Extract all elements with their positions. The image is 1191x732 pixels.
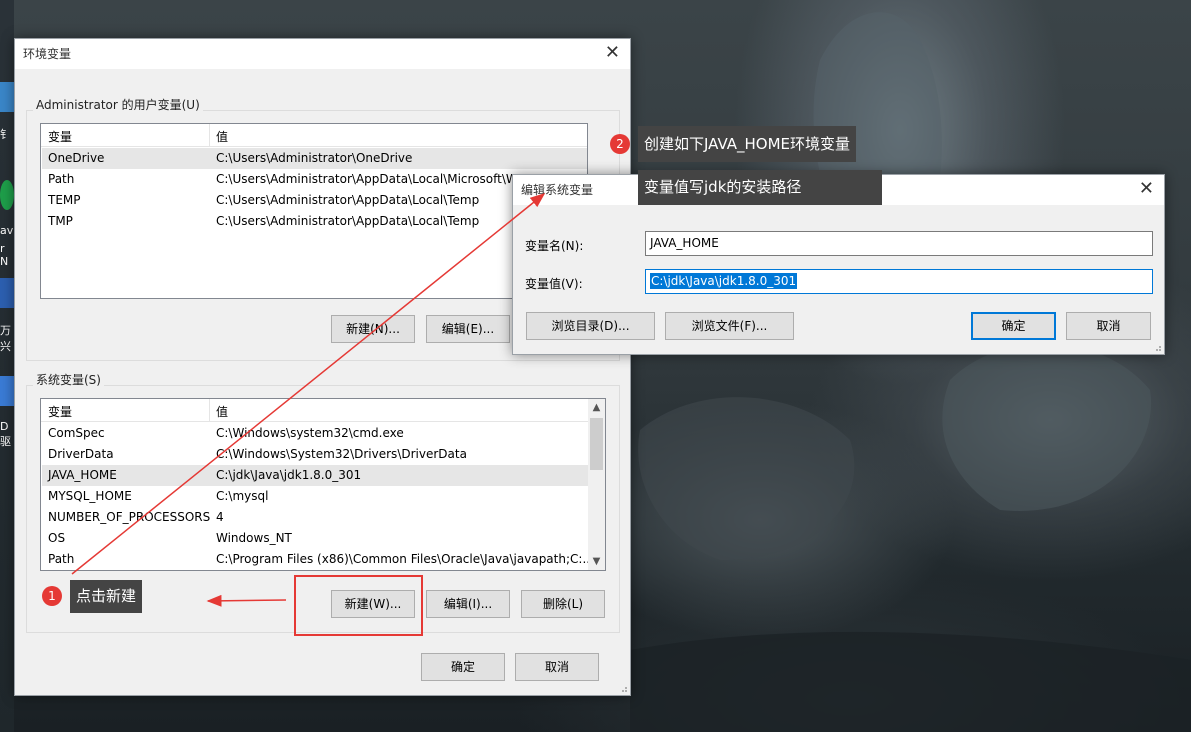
desktop-icon-label: 钅 xyxy=(0,128,11,141)
step-1-text: 点击新建 xyxy=(76,587,137,605)
table-row[interactable]: Path C:\Program Files (x86)\Common Files… xyxy=(42,549,588,570)
table-row[interactable]: OS Windows_NT xyxy=(42,528,588,549)
system-variables-label: 系统变量(S) xyxy=(33,371,104,388)
variable-name-label: 变量名(N): xyxy=(525,239,584,253)
table-row[interactable]: OneDrive C:\Users\Administrator\OneDrive xyxy=(42,148,587,169)
system-delete-button[interactable]: 删除(L) xyxy=(521,590,605,618)
table-row[interactable]: JAVA_HOME C:\jdk\Java\jdk1.8.0_301 xyxy=(42,465,588,486)
user-variables-label: Administrator 的用户变量(U) xyxy=(33,96,203,113)
row-variable: OS xyxy=(48,531,66,545)
user-edit-button[interactable]: 编辑(E)... xyxy=(426,315,510,343)
step-1-badge: 1 xyxy=(42,586,62,606)
close-icon[interactable]: ✕ xyxy=(605,43,620,63)
column-divider[interactable] xyxy=(209,399,210,421)
desktop-app-icon[interactable] xyxy=(0,278,14,308)
list-header: 变量 值 xyxy=(41,399,588,422)
list-header: 变量 值 xyxy=(41,124,587,147)
dialog-title: 编辑系统变量 xyxy=(521,183,594,197)
row-variable: OneDrive xyxy=(48,151,105,165)
row-variable: JAVA_HOME xyxy=(48,468,117,482)
row-value: C:\Windows\system32\cmd.exe xyxy=(216,426,404,440)
row-variable: Path xyxy=(48,552,75,566)
row-value: C:\jdk\Java\jdk1.8.0_301 xyxy=(216,468,362,482)
cancel-button[interactable]: 取消 xyxy=(1066,312,1151,340)
row-value: 4 xyxy=(216,510,224,524)
row-variable: TEMP xyxy=(48,193,81,207)
variable-name-field[interactable]: JAVA_HOME xyxy=(645,231,1153,256)
table-row[interactable]: DriverData C:\Windows\System32\Drivers\D… xyxy=(42,444,588,465)
row-variable: NUMBER_OF_PROCESSORS xyxy=(48,510,211,524)
table-row[interactable]: MYSQL_HOME C:\mysql xyxy=(42,486,588,507)
column-divider[interactable] xyxy=(209,124,210,146)
dialog-title: 环境变量 xyxy=(23,47,72,61)
row-value: Windows_NT xyxy=(216,531,292,545)
desktop-icon-label: 万兴 xyxy=(0,324,11,353)
desktop-icon-label: D驱 xyxy=(0,420,11,448)
variable-value-field[interactable]: C:\jdk\Java\jdk1.8.0_301 xyxy=(645,269,1153,294)
column-header-variable[interactable]: 变量 xyxy=(48,403,72,420)
step-2-text-line2: 变量值写jdk的安装路径 xyxy=(644,178,802,196)
scroll-thumb[interactable] xyxy=(590,418,603,470)
ok-button[interactable]: 确定 xyxy=(421,653,505,681)
browse-file-button[interactable]: 浏览文件(F)... xyxy=(665,312,794,340)
desktop-icon-label: r N xyxy=(0,242,9,268)
row-variable: DriverData xyxy=(48,447,114,461)
user-variables-list[interactable]: 变量 值 OneDrive C:\Users\Administrator\One… xyxy=(40,123,588,299)
row-value: C:\Users\Administrator\AppData\Local\Tem… xyxy=(216,214,480,228)
row-value: C:\Program Files (x86)\Common Files\Orac… xyxy=(216,552,588,566)
desktop-app-icon[interactable] xyxy=(0,180,14,210)
table-row[interactable]: TEMP C:\Users\Administrator\AppData\Loca… xyxy=(42,190,587,211)
resize-grip-icon[interactable] xyxy=(1152,342,1162,352)
column-header-value[interactable]: 值 xyxy=(216,403,228,420)
variable-value-label: 变量值(V): xyxy=(525,277,583,291)
row-value: C:\Users\Administrator\AppData\Local\Mic… xyxy=(216,172,518,186)
row-variable: Path xyxy=(48,172,75,186)
table-row[interactable]: Path C:\Users\Administrator\AppData\Loca… xyxy=(42,169,587,190)
column-header-variable[interactable]: 变量 xyxy=(48,128,72,145)
column-header-value[interactable]: 值 xyxy=(216,128,228,145)
row-variable: TMP xyxy=(48,214,73,228)
step-2-badge: 2 xyxy=(610,134,630,154)
user-new-button[interactable]: 新建(N)... xyxy=(331,315,415,343)
step-1-callout: 点击新建 xyxy=(70,580,143,613)
highlight-box xyxy=(294,575,423,636)
row-value: C:\Users\Administrator\OneDrive xyxy=(216,151,413,165)
row-value: C:\Users\Administrator\AppData\Local\Tem… xyxy=(216,193,480,207)
step-2-text-line1: 创建如下JAVA_HOME环境变量 xyxy=(644,135,851,153)
desktop-icon-strip: 钅 avi r N 万兴 D驱 xyxy=(0,0,16,732)
desktop-app-icon[interactable] xyxy=(0,376,14,406)
ok-button[interactable]: 确定 xyxy=(971,312,1056,340)
system-edit-button[interactable]: 编辑(I)... xyxy=(426,590,510,618)
scroll-up-icon[interactable]: ▲ xyxy=(588,399,605,416)
scroll-down-icon[interactable]: ▼ xyxy=(588,553,605,570)
row-variable: MYSQL_HOME xyxy=(48,489,132,503)
desktop-app-icon[interactable] xyxy=(0,82,14,112)
resize-grip-icon[interactable] xyxy=(618,683,628,693)
title-bar[interactable]: 环境变量 ✕ xyxy=(15,39,630,69)
row-variable: ComSpec xyxy=(48,426,105,440)
system-variables-list[interactable]: 变量 值 ComSpec C:\Windows\system32\cmd.exe… xyxy=(40,398,606,571)
vertical-scrollbar[interactable]: ▲ ▼ xyxy=(588,399,605,570)
browse-directory-button[interactable]: 浏览目录(D)... xyxy=(526,312,655,340)
row-value: C:\Windows\System32\Drivers\DriverData xyxy=(216,447,467,461)
cancel-button[interactable]: 取消 xyxy=(515,653,599,681)
table-row[interactable]: NUMBER_OF_PROCESSORS 4 xyxy=(42,507,588,528)
table-row[interactable]: ComSpec C:\Windows\system32\cmd.exe xyxy=(42,423,588,444)
close-icon[interactable]: ✕ xyxy=(1139,179,1154,199)
step-2-callout-line2: 变量值写jdk的安装路径 xyxy=(638,170,882,205)
step-2-callout-line1: 创建如下JAVA_HOME环境变量 xyxy=(638,126,857,162)
selected-text: C:\jdk\Java\jdk1.8.0_301 xyxy=(650,273,798,289)
row-value: C:\mysql xyxy=(216,489,269,503)
table-row[interactable]: TMP C:\Users\Administrator\AppData\Local… xyxy=(42,211,587,232)
